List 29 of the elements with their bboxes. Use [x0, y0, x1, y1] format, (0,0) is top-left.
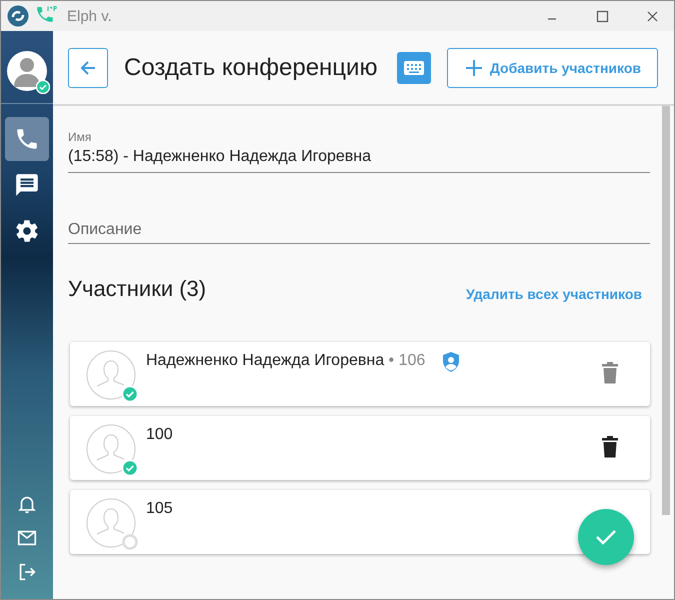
user-avatar[interactable] — [7, 51, 47, 91]
name-field[interactable]: (15:58) - Надежненко Надежда Игоревна — [68, 144, 650, 173]
keyboard-icon[interactable] — [402, 60, 425, 76]
participant-name: 105 — [146, 500, 173, 518]
description-field[interactable]: Описание — [68, 221, 650, 244]
phone-tab[interactable] — [5, 117, 49, 161]
remove-all-link[interactable]: Удалить всех участников — [466, 286, 642, 302]
checkmark-icon[interactable] — [595, 528, 617, 546]
keyboard-button[interactable] — [396, 52, 431, 84]
field-label: Имя — [68, 130, 92, 144]
add-participants-button[interactable]: Добавить участников — [446, 48, 658, 88]
avatar-icon — [86, 424, 136, 474]
avatar-icon — [86, 498, 136, 548]
participant-name: Надежненко Надежда Игоревна • 106 — [146, 352, 426, 370]
settings-icon[interactable] — [14, 218, 40, 244]
page-title: Создать конференцию — [124, 54, 378, 82]
logo-icon — [7, 5, 29, 27]
participants-heading: Участники (3) — [68, 276, 206, 302]
close-icon[interactable] — [646, 10, 658, 22]
avatar-icon — [86, 350, 136, 400]
maximize-icon[interactable] — [596, 10, 608, 22]
delete-button[interactable] — [600, 436, 620, 458]
plus-icon[interactable] — [466, 60, 482, 76]
scrollbar[interactable] — [662, 106, 670, 515]
back-button[interactable] — [68, 48, 108, 88]
shield-icon — [441, 351, 462, 373]
chat-icon[interactable] — [14, 172, 40, 198]
window-title: Elph v. — [67, 8, 112, 24]
participant-name: 100 — [146, 426, 173, 444]
